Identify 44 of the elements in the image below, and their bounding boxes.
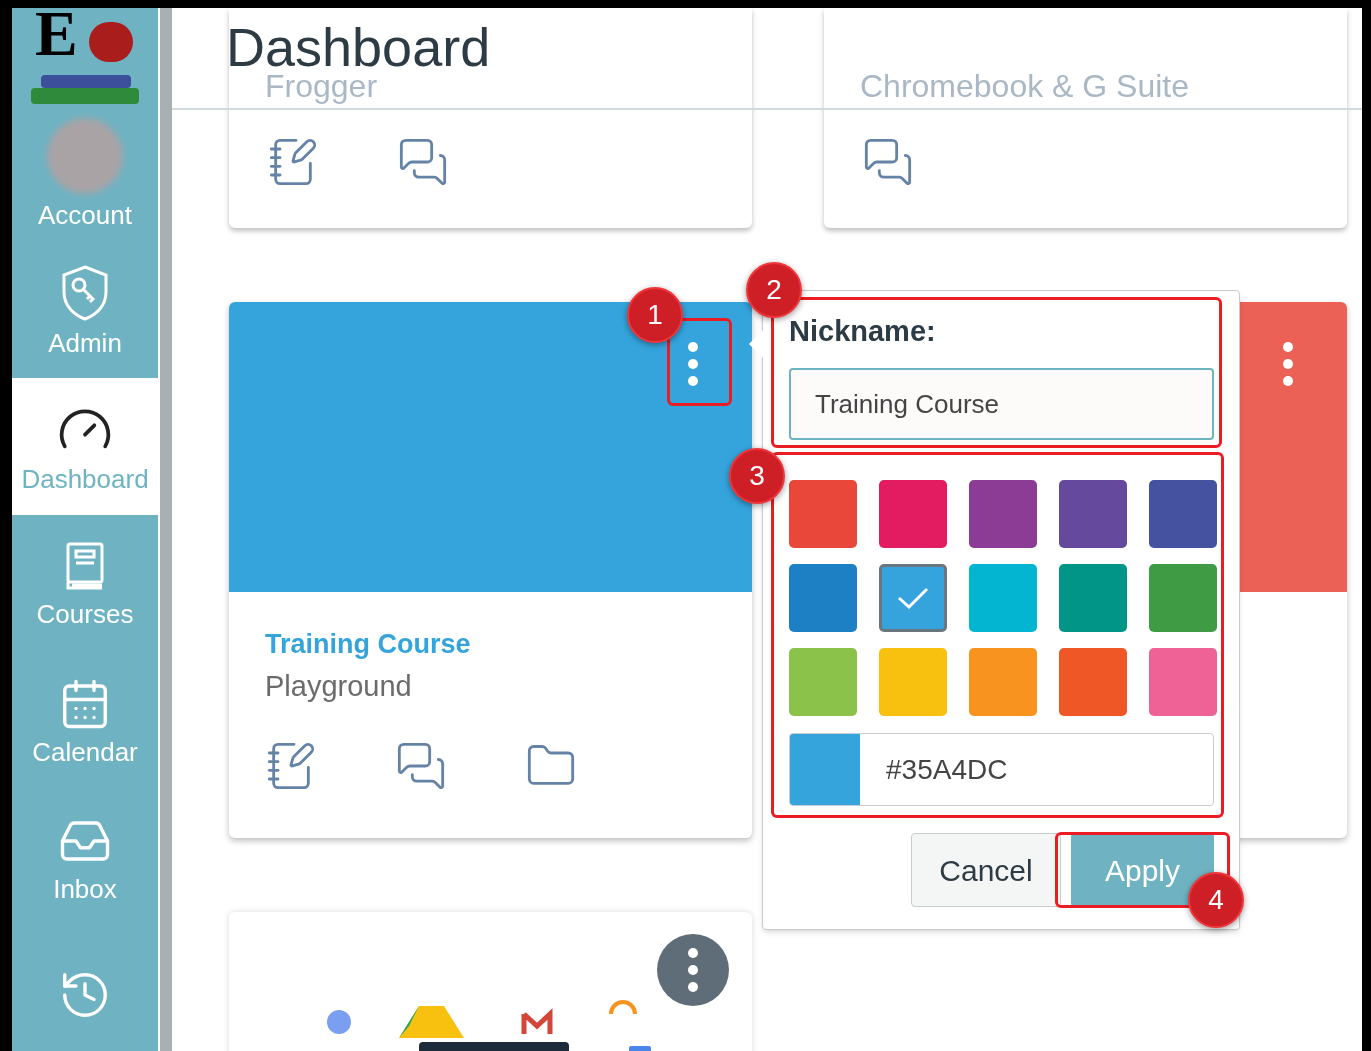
- nickname-label: Nickname:: [789, 317, 937, 346]
- color-swatch[interactable]: [969, 564, 1037, 632]
- logo[interactable]: E: [27, 8, 143, 104]
- color-swatch[interactable]: [879, 648, 947, 716]
- color-swatch[interactable]: [1149, 564, 1217, 632]
- color-swatch[interactable]: [789, 480, 857, 548]
- document-pencil-icon[interactable]: [267, 136, 319, 188]
- color-preview: [790, 734, 860, 805]
- nav-item[interactable]: Admin: [12, 241, 158, 378]
- nickname-input[interactable]: Training Course: [789, 368, 1214, 440]
- step-number: 2: [746, 262, 802, 318]
- color-swatch[interactable]: [879, 480, 947, 548]
- chat-bubbles-icon[interactable]: [395, 740, 447, 792]
- color-swatch[interactable]: [969, 480, 1037, 548]
- color-swatch[interactable]: [1149, 480, 1217, 548]
- color-swatch[interactable]: [1059, 480, 1127, 548]
- chat-bubbles-icon[interactable]: [397, 136, 449, 188]
- color-swatch[interactable]: [1059, 564, 1127, 632]
- kebab-menu-icon[interactable]: [686, 340, 700, 388]
- nav-item[interactable]: Calendar: [12, 652, 158, 789]
- step-number: 1: [627, 287, 683, 343]
- kebab-menu-icon[interactable]: [1281, 340, 1295, 388]
- color-swatch[interactable]: [789, 564, 857, 632]
- color-swatch[interactable]: [1149, 648, 1217, 716]
- color-swatch[interactable]: [1059, 648, 1127, 716]
- chat-bubbles-icon[interactable]: [862, 136, 914, 188]
- cancel-button[interactable]: Cancel: [911, 833, 1061, 907]
- checkmark-icon: [896, 586, 930, 610]
- color-swatch[interactable]: [969, 648, 1037, 716]
- nav-item[interactable]: Courses: [12, 515, 158, 652]
- color-swatch[interactable]: [879, 564, 947, 632]
- hex-color-input[interactable]: #35A4DC: [789, 733, 1214, 806]
- kebab-menu-icon[interactable]: [686, 946, 700, 994]
- course-title[interactable]: Frogger: [265, 70, 378, 102]
- shield-key-icon: [60, 263, 110, 322]
- nav-item[interactable]: Dashboard: [12, 378, 158, 515]
- course-title[interactable]: Training Course: [265, 628, 716, 662]
- document-pencil-icon[interactable]: [265, 740, 317, 792]
- nav-item[interactable]: Inbox: [12, 789, 158, 926]
- nav-item[interactable]: Account: [12, 104, 158, 241]
- color-swatch[interactable]: [789, 648, 857, 716]
- card-header[interactable]: [229, 302, 752, 592]
- course-subtitle: Playground: [265, 668, 413, 704]
- course-title[interactable]: Chromebook & G Suite: [860, 70, 1190, 102]
